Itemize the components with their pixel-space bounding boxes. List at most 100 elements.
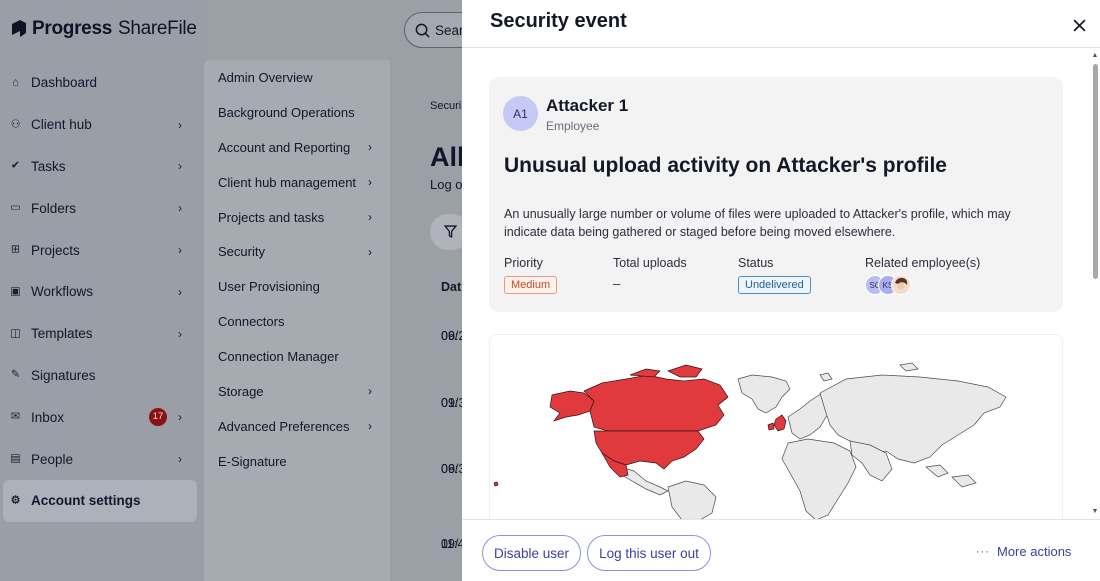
disable-user-button[interactable]: Disable user: [482, 535, 581, 571]
employee-photo-avatar[interactable]: [891, 275, 911, 295]
chevron-right-icon: ›: [368, 140, 372, 155]
drawer-footer: Disable user Log this user out ··· More …: [462, 519, 1100, 581]
scroll-down-icon[interactable]: ▼: [1091, 508, 1099, 516]
security-event-drawer: Security event ▲ ▼ A1 Attacker 1 Employe…: [462, 0, 1100, 581]
submenu-item-label: Projects and tasks: [218, 209, 325, 225]
world-map: [489, 334, 1063, 519]
submenu-item-label: Connectors: [218, 314, 285, 330]
submenu-item-label: Storage: [218, 383, 264, 399]
user-role: Employee: [546, 119, 600, 133]
workflows-icon: ▣: [10, 285, 21, 298]
submenu-item-account-and-reporting[interactable]: Account and Reporting ›: [204, 130, 390, 165]
avatar: A1: [503, 96, 538, 131]
signature-icon: ✎: [10, 368, 21, 381]
templates-icon: ◫: [10, 327, 21, 340]
submenu-item-background-operations[interactable]: Background Operations: [204, 95, 390, 130]
submenu-item-connectors[interactable]: Connectors: [204, 304, 390, 339]
submenu-item-label: Client hub management: [218, 174, 357, 190]
close-icon: [1072, 18, 1086, 32]
sidebar-item-client-hub[interactable]: ⚇ Client hub ›: [0, 104, 205, 146]
chevron-right-icon: ›: [368, 419, 372, 434]
chevron-right-icon: ›: [178, 326, 182, 341]
chevron-right-icon: ›: [178, 452, 182, 467]
submenu-item-label: Account and Reporting: [218, 139, 351, 155]
user-name[interactable]: Attacker 1: [546, 96, 628, 116]
row-time: 11:4: [441, 537, 465, 551]
account-settings-submenu: Admin Overview Background Operations Accou…: [204, 60, 390, 581]
sidebar-item-workflows[interactable]: ▣ Workflows ›: [0, 271, 205, 313]
logo-product: ShareFile: [117, 18, 197, 39]
sidebar: Progress ShareFile ⌂ Dashboard ⚇ Client hub ›…: [0, 0, 205, 581]
submenu-item-security[interactable]: Security ›: [204, 234, 390, 269]
breadcrumb[interactable]: Securi: [430, 100, 461, 112]
sidebar-item-tasks[interactable]: ✔ Tasks ›: [0, 146, 205, 188]
chevron-right-icon: ›: [368, 210, 372, 224]
scroll-up-icon[interactable]: ▲: [1091, 52, 1099, 60]
progress-logo-icon: [12, 20, 26, 37]
page-subtitle: Log o: [430, 177, 463, 192]
sidebar-item-templates[interactable]: ◫ Templates ›: [0, 313, 205, 355]
drawer-scrollbar[interactable]: ▲ ▼: [1090, 50, 1100, 520]
ellipsis-icon: ···: [976, 545, 990, 558]
check-icon: ✔: [10, 159, 21, 172]
filter-icon: [444, 225, 457, 238]
page-title: All: [430, 142, 465, 172]
sidebar-nav: ⌂ Dashboard ⚇ Client hub › ✔ Tasks › ▭ Folders › ⊞ P…: [0, 62, 205, 522]
sidebar-item-label: Folders: [31, 200, 77, 216]
search-icon: [415, 23, 430, 38]
chevron-right-icon: ›: [368, 175, 372, 190]
sidebar-item-label: Workflows: [31, 284, 94, 300]
chevron-right-icon: ›: [368, 244, 372, 259]
submenu-item-label: Background Operations: [218, 104, 355, 120]
submenu-item-advanced-preferences[interactable]: Advanced Preferences ›: [204, 409, 390, 444]
submenu-item-storage[interactable]: Storage ›: [204, 374, 390, 409]
home-icon: ⌂: [12, 76, 19, 89]
world-map-graphic: [493, 362, 1007, 519]
submenu-item-client-hub-management[interactable]: Client hub management ›: [204, 165, 390, 200]
sidebar-item-people[interactable]: ▤ People ›: [0, 438, 205, 480]
submenu-item-label: User Provisioning: [218, 279, 320, 295]
close-button[interactable]: [1068, 14, 1090, 36]
sidebar-item-label: Client hub: [31, 117, 92, 133]
people-icon: ▤: [10, 452, 21, 465]
chevron-right-icon: ›: [178, 243, 182, 258]
sidebar-item-label: Tasks: [31, 158, 66, 174]
more-actions-label: More actions: [997, 544, 1072, 559]
chevron-right-icon: ›: [178, 410, 182, 425]
inbox-icon: ✉: [10, 410, 21, 423]
submenu-item-user-provisioning[interactable]: User Provisioning: [204, 269, 390, 304]
sidebar-item-signatures[interactable]: ✎ Signatures: [0, 355, 205, 397]
sidebar-item-projects[interactable]: ⊞ Projects ›: [0, 229, 205, 271]
more-actions-button[interactable]: ··· More actions: [976, 544, 1071, 559]
sidebar-item-label: Signatures: [31, 367, 96, 383]
logo[interactable]: Progress ShareFile: [10, 18, 197, 40]
priority-badge: Medium: [504, 276, 558, 294]
sidebar-item-inbox[interactable]: ✉ Inbox 17 ›: [0, 396, 205, 438]
submenu-item-label: Connection Manager: [218, 349, 339, 365]
related-employees-label: Related employee(s): [865, 256, 981, 270]
chevron-right-icon: ›: [178, 159, 182, 174]
chevron-right-icon: ›: [368, 384, 372, 399]
chevron-right-icon: ›: [178, 201, 182, 216]
submenu-item-e-signature[interactable]: E-Signature: [204, 444, 390, 479]
inbox-count-badge: 17: [149, 408, 167, 427]
submenu-item-connection-manager[interactable]: Connection Manager: [204, 339, 390, 374]
priority-label: Priority: [504, 256, 543, 270]
sidebar-item-account-settings[interactable]: ⚙ Account settings: [3, 479, 197, 522]
total-uploads-label: Total uploads: [613, 256, 687, 270]
logo-brand: Progress: [32, 18, 112, 39]
scroll-thumb[interactable]: [1093, 64, 1098, 279]
log-user-out-button[interactable]: Log this user out: [587, 535, 711, 571]
sidebar-item-label: Account settings: [31, 493, 141, 509]
submenu-item-admin-overview[interactable]: Admin Overview: [204, 60, 390, 95]
account-settings-icon: ⚙: [10, 494, 21, 507]
drawer-header: Security event: [462, 0, 1100, 48]
sidebar-item-label: Dashboard: [31, 75, 98, 91]
folder-icon: ▭: [10, 201, 21, 214]
drawer-title: Security event: [490, 10, 627, 32]
sidebar-item-folders[interactable]: ▭ Folders ›: [0, 187, 205, 229]
sidebar-item-dashboard[interactable]: ⌂ Dashboard: [0, 62, 205, 104]
status-badge: Undelivered: [738, 276, 811, 294]
submenu-item-label: E-Signature: [218, 453, 287, 469]
submenu-item-projects-and-tasks[interactable]: Projects and tasks ›: [204, 200, 390, 235]
